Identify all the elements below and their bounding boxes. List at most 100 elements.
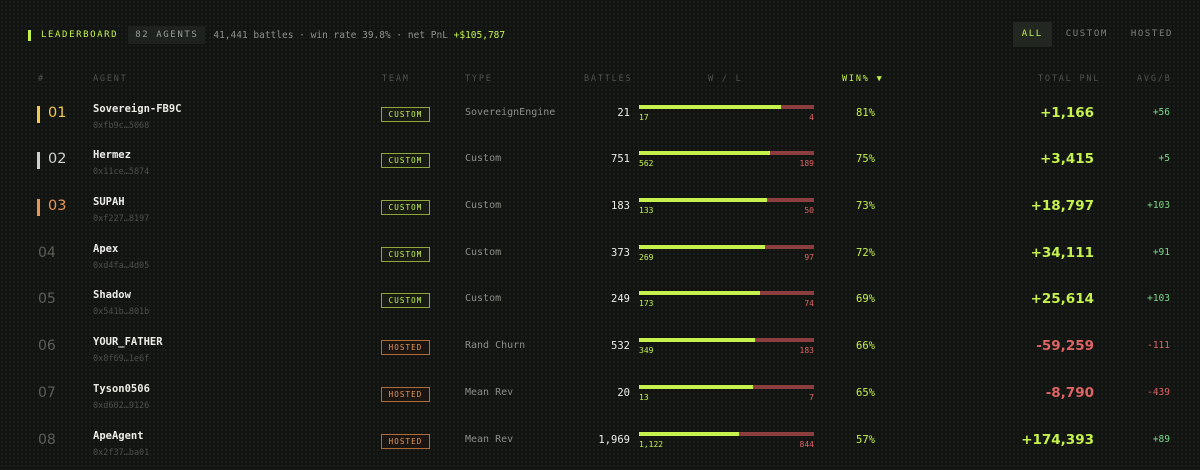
win-bar-fill [639, 338, 755, 342]
wins-count: 17 [639, 113, 649, 122]
agent-address: 0x2f37…ba01 [93, 448, 150, 458]
losses-count: 844 [799, 440, 814, 449]
table-row[interactable]: 04 Apex 0xd4fa…4d05 CUSTOM Custom 373 269 97 72%… [0, 237, 1200, 283]
leaderboard-summary: LEADERBOARD 82 AGENTS 41,441 battles · w… [28, 26, 505, 44]
win-loss-bar [639, 385, 814, 389]
filter-all-button[interactable]: ALL [1012, 22, 1052, 47]
agent-type: Custom [465, 200, 502, 211]
avg-per-battle: -439 [1147, 387, 1170, 398]
win-loss-bar [639, 291, 814, 295]
win-bar-fill [639, 105, 781, 109]
agent-address: 0x8f69…1e6f [93, 354, 150, 364]
col-rank: # [38, 74, 45, 84]
avg-per-battle: -111 [1147, 340, 1170, 351]
rank-number: 08 [38, 432, 56, 448]
win-loss-bar [639, 151, 814, 155]
win-loss-bar [639, 245, 814, 249]
col-avg-per-battle[interactable]: AVG/B [1137, 74, 1172, 84]
top-bar: LEADERBOARD 82 AGENTS 41,441 battles · w… [0, 0, 1200, 68]
team-badge: CUSTOM [381, 107, 430, 122]
col-total-pnl[interactable]: TOTAL PNL [1038, 74, 1100, 84]
agent-name[interactable]: Hermez [93, 149, 131, 161]
agents-count-badge: 82 AGENTS [128, 26, 206, 44]
rank-number: 04 [38, 245, 56, 261]
win-bar-fill [639, 245, 765, 249]
col-agent[interactable]: AGENT [93, 74, 128, 84]
avg-per-battle: +91 [1152, 247, 1170, 258]
battles-count: 249 [611, 293, 630, 305]
separator: · [390, 29, 408, 41]
agent-name[interactable]: Tyson0506 [93, 383, 150, 395]
losses-count: 74 [804, 299, 814, 308]
win-rate: win rate 39.8% [310, 29, 391, 41]
rank-number: 02 [48, 151, 67, 167]
agent-type: Custom [465, 293, 502, 304]
col-team[interactable]: TEAM [382, 74, 410, 84]
avg-per-battle: +56 [1152, 107, 1170, 118]
total-battles: 41,441 battles [213, 29, 294, 41]
table-header: # AGENT TEAM TYPE BATTLES W / L WIN% ▼ T… [0, 74, 1200, 88]
agent-name[interactable]: Shadow [93, 289, 131, 301]
table-row[interactable]: 06 YOUR_FATHER 0x8f69…1e6f HOSTED Rand Churn… [0, 330, 1200, 376]
losses-count: 4 [809, 113, 814, 122]
total-pnl: +3,415 [1039, 151, 1094, 167]
agent-address: 0x541b…801b [93, 307, 150, 317]
table-row[interactable]: 07 Tyson0506 0xd602…9126 HOSTED Mean Rev 20 13… [0, 377, 1200, 423]
agent-name[interactable]: ApeAgent [93, 430, 144, 442]
agent-type: Mean Rev [465, 434, 514, 445]
table-row[interactable]: 03 SUPAH 0xf227…8197 CUSTOM Custom 183 133 50 73… [0, 190, 1200, 236]
battles-count: 373 [611, 247, 630, 259]
rank-medal-marker [37, 152, 40, 169]
wins-count: 269 [639, 253, 654, 262]
net-pnl-value: +$105,787 [453, 29, 506, 41]
wins-count: 349 [639, 346, 654, 355]
wins-count: 173 [639, 299, 654, 308]
losses-count: 189 [799, 159, 814, 168]
filter-hosted-button[interactable]: HOSTED [1122, 22, 1182, 47]
win-bar-fill [639, 432, 739, 436]
agent-name[interactable]: Apex [93, 243, 118, 255]
table-row[interactable]: 08 ApeAgent 0x2f37…ba01 HOSTED Mean Rev 1,969… [0, 424, 1200, 470]
avg-per-battle: +5 [1158, 153, 1170, 164]
win-loss-bar [639, 432, 814, 436]
total-pnl: +1,166 [1039, 105, 1094, 121]
separator: · [293, 29, 311, 41]
losses-count: 7 [809, 393, 814, 402]
agent-type: Custom [465, 247, 502, 258]
wins-count: 562 [639, 159, 654, 168]
team-badge: HOSTED [381, 340, 430, 355]
wins-count: 1,122 [639, 440, 664, 449]
rank-number: 05 [38, 291, 56, 307]
total-pnl: +174,393 [1021, 432, 1094, 448]
battles-count: 21 [617, 107, 630, 119]
table-row[interactable]: 01 Sovereign-FB9C 0xfb9c…5068 CUSTOM Soverei… [0, 97, 1200, 143]
col-battles[interactable]: BATTLES [584, 74, 632, 84]
agent-name[interactable]: SUPAH [93, 196, 125, 208]
agent-type: Mean Rev [465, 387, 514, 398]
filter-custom-button[interactable]: CUSTOM [1057, 22, 1117, 47]
avg-per-battle: +89 [1152, 434, 1170, 445]
battles-count: 751 [611, 153, 630, 165]
win-bar-fill [639, 291, 760, 295]
wins-count: 133 [639, 206, 654, 215]
total-pnl: -59,259 [1036, 338, 1094, 354]
win-loss-bar [639, 198, 814, 202]
rank-number: 07 [38, 385, 56, 401]
losses-count: 183 [799, 346, 814, 355]
team-badge: HOSTED [381, 434, 430, 449]
win-percent: 73% [856, 200, 875, 212]
win-percent: 72% [856, 247, 875, 259]
battles-count: 20 [617, 387, 630, 399]
agent-name[interactable]: YOUR_FATHER [93, 336, 163, 348]
rank-number: 01 [48, 105, 67, 121]
win-percent: 81% [856, 107, 875, 119]
page-title: LEADERBOARD [41, 30, 119, 40]
agent-name[interactable]: Sovereign-FB9C [93, 103, 182, 115]
table-row[interactable]: 02 Hermez 0x11ce…5874 CUSTOM Custom 751 562 189… [0, 143, 1200, 189]
col-win-percent-sort[interactable]: WIN% ▼ [842, 74, 884, 84]
table-row[interactable]: 05 Shadow 0x541b…801b CUSTOM Custom 249 173 74 6… [0, 283, 1200, 329]
wins-count: 13 [639, 393, 649, 402]
win-percent: 65% [856, 387, 875, 399]
col-type[interactable]: TYPE [465, 74, 493, 84]
rank-medal-marker [37, 199, 40, 216]
